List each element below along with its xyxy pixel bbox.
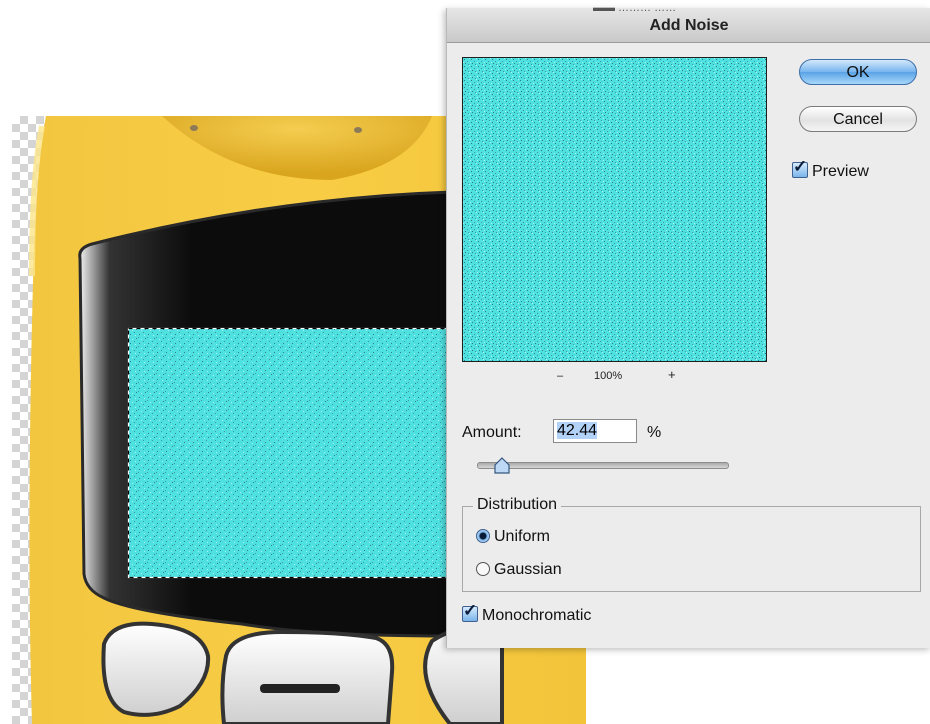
dialog-title: Add Noise: [649, 17, 729, 34]
filter-preview[interactable]: [462, 57, 767, 362]
checkmark-icon: ✓: [463, 601, 478, 620]
zoom-in-button[interactable]: +: [668, 367, 676, 382]
radio-uniform[interactable]: Uniform: [476, 528, 550, 546]
cancel-button[interactable]: Cancel: [799, 106, 917, 132]
preview-check-box[interactable]: ✓: [792, 157, 808, 178]
ok-button[interactable]: OK: [799, 59, 917, 85]
monochromatic-label: Monochromatic: [482, 607, 592, 624]
checkmark-icon: ✓: [793, 157, 808, 176]
radio-icon[interactable]: [476, 529, 490, 543]
noise-preview-image: [463, 58, 766, 361]
dialog-titlebar[interactable]: ▬▬ ……… …… Add Noise: [447, 2, 930, 43]
slider-thumb-icon[interactable]: [493, 457, 511, 475]
uniform-label: Uniform: [494, 528, 551, 545]
center-key: [220, 629, 395, 724]
amount-label: Amount:: [462, 424, 522, 441]
preview-checkbox[interactable]: ✓ Preview: [792, 157, 869, 181]
distribution-legend: Distribution: [473, 496, 562, 514]
add-noise-dialog: ▬▬ ……… …… Add Noise – 100% + OK Cancel ✓…: [446, 2, 930, 648]
monochromatic-checkbox[interactable]: ✓ Monochromatic: [462, 601, 592, 625]
amount-input[interactable]: 42.44: [553, 419, 637, 443]
title-fragment: ▬▬ ……… ……: [593, 2, 677, 14]
amount-value: 42.44: [557, 422, 598, 439]
zoom-out-button[interactable]: –: [557, 370, 563, 382]
amount-slider-track[interactable]: [477, 462, 729, 469]
radio-gaussian[interactable]: Gaussian: [476, 561, 562, 579]
preview-label: Preview: [812, 163, 869, 180]
gaussian-label: Gaussian: [494, 561, 562, 578]
radio-icon[interactable]: [476, 562, 490, 576]
zoom-percent: 100%: [594, 370, 623, 382]
monochromatic-check-box[interactable]: ✓: [462, 601, 478, 622]
distribution-group: [462, 506, 921, 592]
amount-unit: %: [647, 424, 662, 441]
